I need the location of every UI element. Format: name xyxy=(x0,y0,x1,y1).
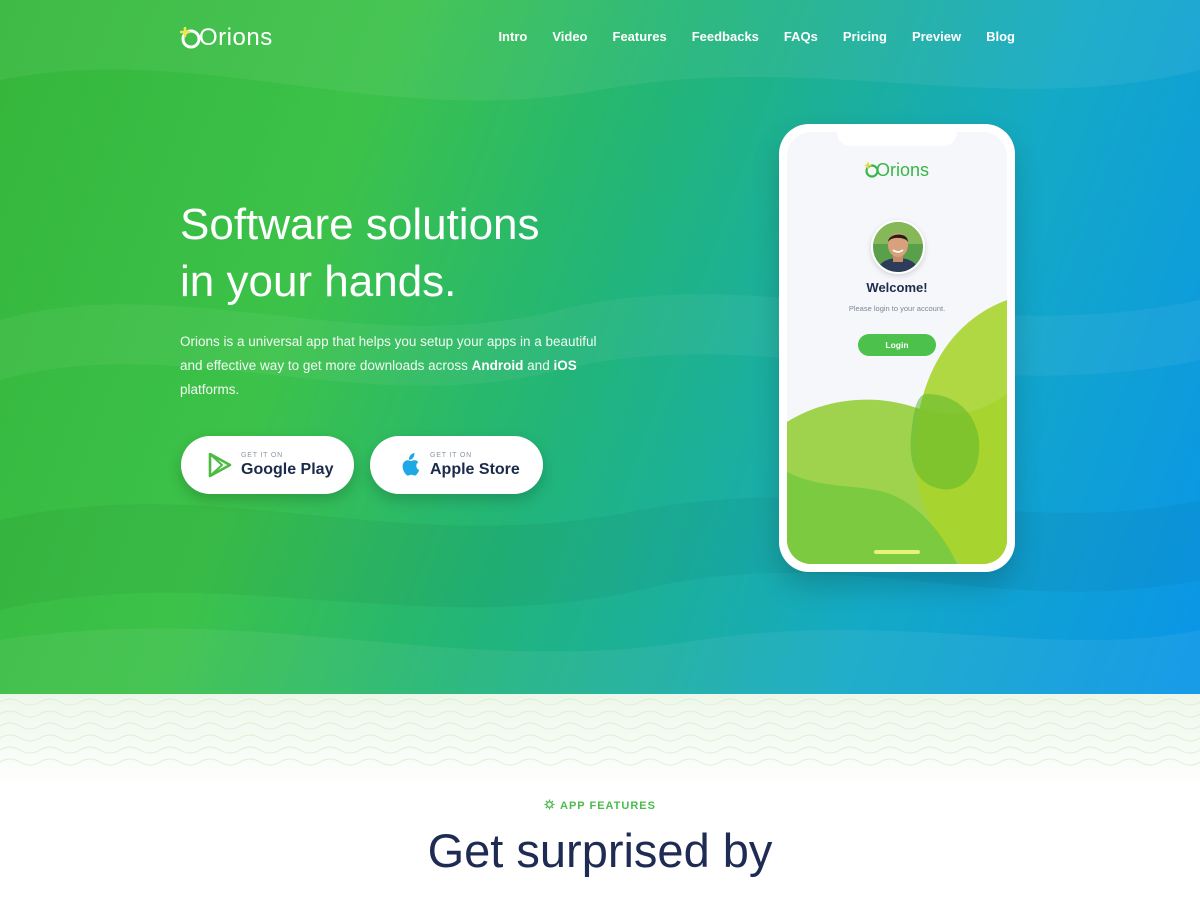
wavy-pattern xyxy=(0,698,1200,766)
phone-home-indicator xyxy=(874,550,920,554)
ios-highlight: iOS xyxy=(553,358,577,373)
headline-line-1: Software solutions xyxy=(180,200,540,249)
headline-line-2: in your hands. xyxy=(180,257,457,306)
user-avatar xyxy=(871,220,925,274)
hero-headline: Software solutions in your hands. xyxy=(180,196,640,310)
welcome-heading: Welcome! xyxy=(866,280,928,295)
google-play-button[interactable]: GET IT ON Google Play xyxy=(181,436,354,494)
apple-store-button[interactable]: GET IT ON Apple Store xyxy=(370,436,543,494)
nav-item-blog[interactable]: Blog xyxy=(986,29,1015,44)
phone-login-button[interactable]: Login xyxy=(858,334,936,356)
nav-item-features[interactable]: Features xyxy=(613,29,667,44)
logo-text: Orions xyxy=(199,24,273,51)
apple-icon xyxy=(396,452,422,478)
phone-logo-mark-icon xyxy=(864,160,879,181)
nav-item-faqs[interactable]: FAQs xyxy=(784,29,818,44)
apple-store-text: GET IT ON Apple Store xyxy=(430,451,520,479)
phone-notch xyxy=(837,132,957,146)
google-play-small-label: GET IT ON xyxy=(241,452,283,459)
nav-item-pricing[interactable]: Pricing xyxy=(843,29,887,44)
logo-mark-icon xyxy=(179,26,202,49)
hero-description: Orions is a universal app that helps you… xyxy=(180,330,610,402)
hero-section: Orions Intro Video Features Feedbacks FA… xyxy=(0,0,1200,694)
description-and: and xyxy=(523,358,554,373)
features-title: Get surprised by xyxy=(427,824,773,877)
features-eyebrow-label: APP FEATURES xyxy=(560,800,656,812)
nav-item-intro[interactable]: Intro xyxy=(498,29,527,44)
phone-logo: Orions xyxy=(787,160,1007,181)
top-navigation: Intro Video Features Feedbacks FAQs Pric… xyxy=(473,29,1015,44)
apple-store-small-label: GET IT ON xyxy=(430,452,472,459)
android-highlight: Android xyxy=(471,358,524,373)
play-store-icon xyxy=(207,452,233,478)
phone-mockup: Orions Welcome! Please login to your acc… xyxy=(779,124,1015,572)
section-pattern-divider xyxy=(0,694,1200,784)
apple-store-label: Apple Store xyxy=(430,461,520,478)
login-hint-text: Please login to your account. xyxy=(848,304,946,313)
google-play-text: GET IT ON Google Play xyxy=(241,451,333,479)
nav-item-video[interactable]: Video xyxy=(552,29,587,44)
description-end: platforms. xyxy=(180,382,240,397)
phone-logo-text: Orions xyxy=(875,160,929,180)
gear-icon xyxy=(544,799,555,813)
google-play-label: Google Play xyxy=(241,461,334,478)
features-eyebrow: APP FEATURES xyxy=(0,799,1200,813)
brand-logo[interactable]: Orions xyxy=(179,24,273,52)
nav-item-feedbacks[interactable]: Feedbacks xyxy=(692,29,759,44)
phone-screen: Orions Welcome! Please login to your acc… xyxy=(787,132,1007,564)
nav-item-preview[interactable]: Preview xyxy=(912,29,961,44)
